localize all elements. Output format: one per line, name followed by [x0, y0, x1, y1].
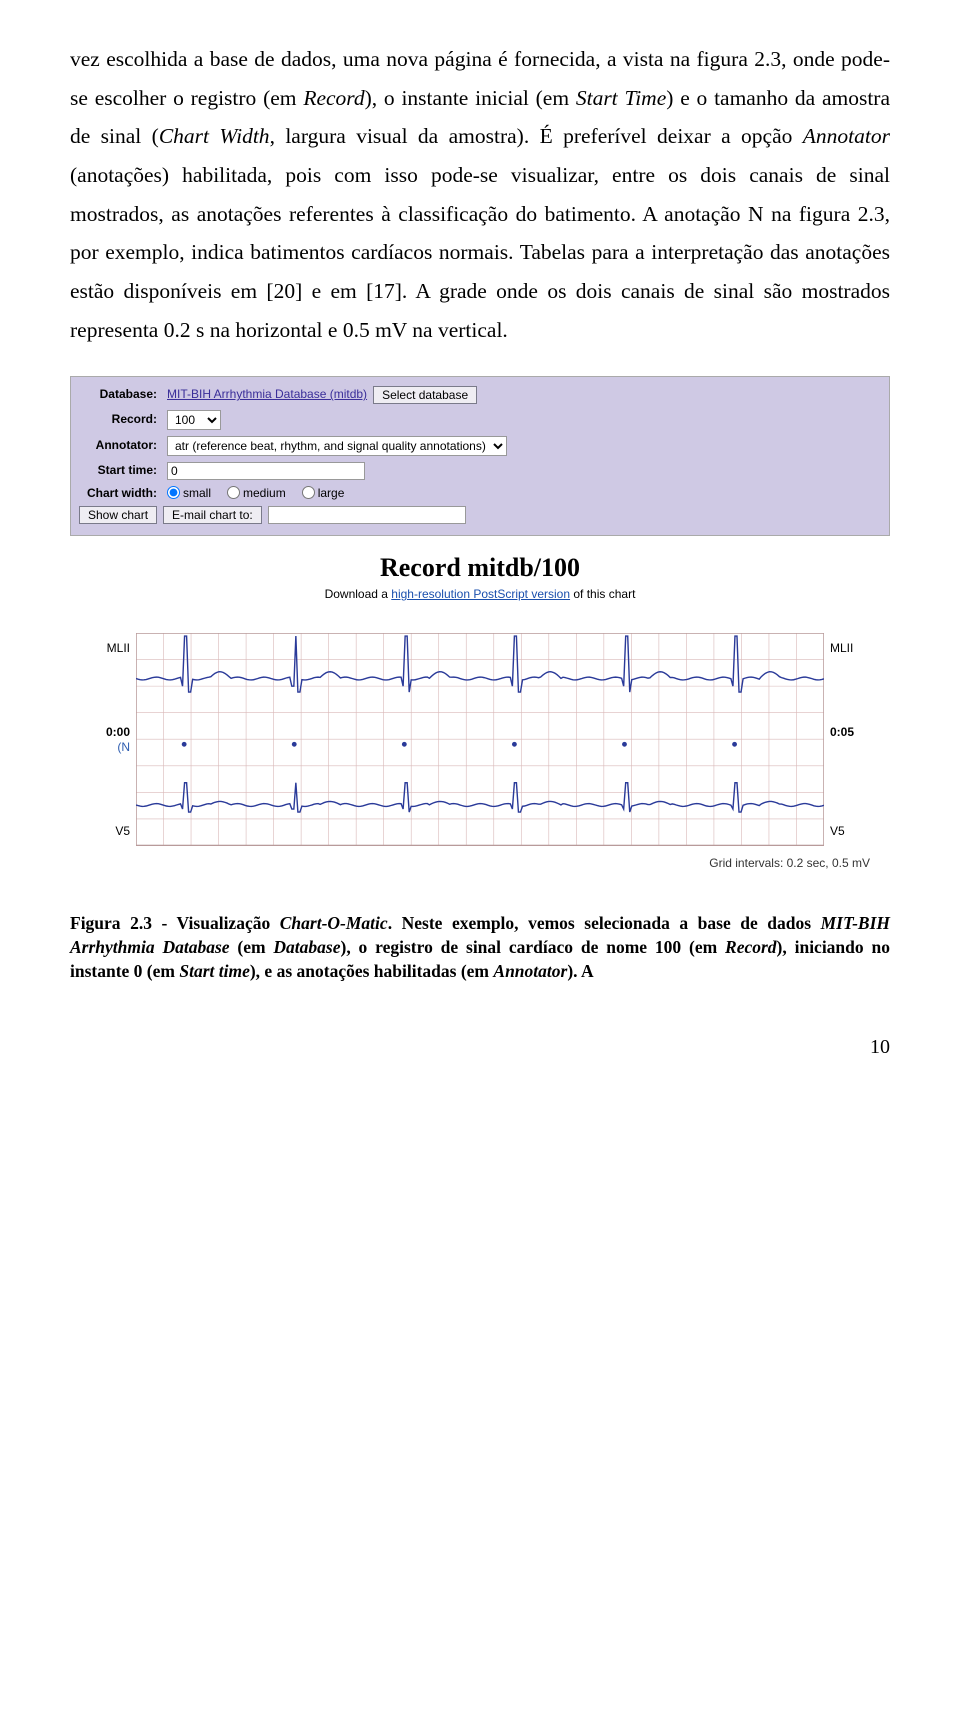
record-select[interactable]: 100: [167, 410, 221, 430]
italic: Annotator: [803, 124, 890, 148]
axis-right: MLII 0:05 V5: [830, 633, 874, 845]
lead-label: V5: [830, 824, 874, 838]
text: ), o instante inicial (em: [365, 86, 576, 110]
chart-width-label: Chart width:: [79, 486, 161, 500]
italic: Chart Width: [159, 124, 270, 148]
page-number: 10: [70, 1029, 890, 1065]
postscript-link[interactable]: high-resolution PostScript version: [391, 587, 570, 601]
italic: Record: [303, 86, 364, 110]
record-subtitle: Download a high-resolution PostScript ve…: [70, 587, 890, 601]
grid-intervals-note: Grid intervals: 0.2 sec, 0.5 mV: [70, 846, 890, 876]
start-time-label: Start time:: [79, 463, 161, 477]
time-label: 0:05: [830, 725, 874, 739]
text: , largura visual da amostra). É preferív…: [270, 124, 803, 148]
ecg-svg: [136, 633, 824, 845]
radio-small[interactable]: small: [167, 486, 211, 500]
text: (anotações) habilitada, pois com isso po…: [70, 163, 890, 342]
record-title: Record mitdb/100: [70, 552, 890, 583]
annotator-label: Annotator:: [79, 438, 161, 452]
radio-large[interactable]: large: [302, 486, 345, 500]
record-label: Record:: [79, 412, 161, 426]
database-value-link[interactable]: MIT-BIH Arrhythmia Database (mitdb): [167, 387, 367, 401]
database-label: Database:: [79, 387, 161, 401]
email-chart-button[interactable]: E-mail chart to:: [163, 506, 262, 524]
figure-caption: Figura 2.3 - Visualização Chart-O-Matic.…: [70, 912, 890, 983]
lead-label: MLII: [86, 641, 130, 655]
body-paragraph: vez escolhida a base de dados, uma nova …: [70, 40, 890, 350]
lead-label: V5: [86, 824, 130, 838]
email-input[interactable]: [268, 506, 466, 524]
select-database-button[interactable]: Select database: [373, 386, 477, 404]
axis-left: MLII 0:00 (N V5: [86, 633, 130, 845]
annotation-label: (N: [86, 740, 130, 754]
italic: Start Time: [576, 86, 666, 110]
chart-omatic-tool: Database: MIT-BIH Arrhythmia Database (m…: [70, 376, 890, 885]
config-panel: Database: MIT-BIH Arrhythmia Database (m…: [70, 376, 890, 536]
record-output: Record mitdb/100 Download a high-resolut…: [70, 536, 890, 884]
annotator-select[interactable]: atr (reference beat, rhythm, and signal …: [167, 436, 507, 456]
time-label: 0:00: [86, 725, 130, 739]
radio-medium[interactable]: medium: [227, 486, 286, 500]
lead-label: MLII: [830, 641, 874, 655]
start-time-input[interactable]: [167, 462, 365, 480]
show-chart-button[interactable]: Show chart: [79, 506, 157, 524]
ecg-chart: MLII 0:00 (N V5 MLII: [70, 633, 890, 845]
